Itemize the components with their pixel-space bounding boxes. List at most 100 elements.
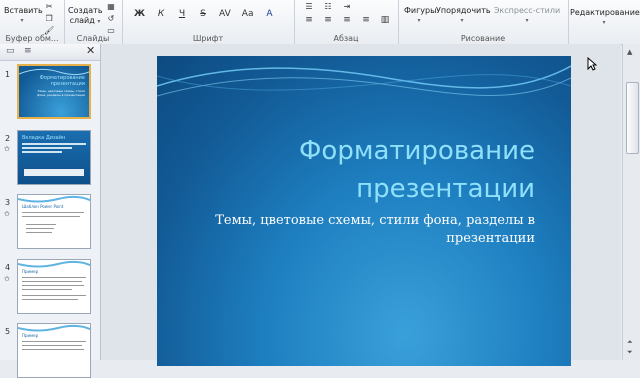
justify-icon[interactable]: ≡ — [361, 15, 371, 25]
cut-icon[interactable]: ✂ — [44, 2, 54, 11]
mouse-cursor-icon — [587, 57, 597, 71]
thumb-text-line — [22, 281, 82, 282]
align-right-icon[interactable]: ≡ — [342, 15, 352, 25]
scrollbar-thumb[interactable] — [626, 82, 639, 154]
slide-title-line-1: Форматирование — [299, 136, 535, 166]
slide-number: 5 — [5, 327, 11, 336]
thumb-text-line — [22, 143, 86, 145]
clipboard-group-label: Буфер обм... — [5, 34, 59, 43]
slides-small-tools: ▦ ↺ ▭ — [106, 2, 116, 35]
slide-number: 3 — [5, 198, 11, 207]
layout-icon[interactable]: ▦ — [106, 2, 116, 11]
paragraph-group-label: Абзац — [333, 34, 359, 43]
underline-button[interactable]: Ч — [177, 9, 187, 19]
editing-label: Редактирование — [570, 8, 640, 17]
align-left-icon[interactable]: ≡ — [304, 15, 314, 25]
scroll-up-icon[interactable]: ▲ — [627, 48, 632, 56]
slides-group-label: Слайды — [76, 34, 110, 43]
shapes-button[interactable]: Фигуры ▾ — [404, 6, 437, 26]
slide-title-line-2: презентации — [356, 174, 535, 204]
bullets-icon[interactable]: ☰ — [304, 2, 314, 11]
clipboard-small-tools: ✂ ❐ 🖌 — [44, 2, 54, 35]
chevron-down-icon: ▾ — [525, 17, 529, 24]
slide-thumbnail-4[interactable]: Пример — [17, 259, 91, 314]
editing-group: Редактирование ▾ — [568, 0, 640, 44]
drawing-group-label: Рисование — [460, 34, 506, 43]
paragraph-align-buttons: ≡ ≡ ≡ ≡ ▥ — [304, 15, 390, 25]
thumb-text-line — [22, 151, 62, 153]
chevron-down-icon: ▾ — [602, 19, 606, 26]
slides-panel-header: ▭ ≡ ✕ — [0, 44, 100, 61]
paste-label: Вставить — [4, 6, 43, 15]
indent-icon[interactable]: ⇥ — [342, 2, 352, 11]
thumb-title: Вкладка Дизайн — [22, 135, 66, 141]
clipboard-group: Вставить ▾ ✂ ❐ 🖌 Буфер обм... — [0, 0, 65, 44]
outline-tab-icon[interactable]: ≡ — [24, 46, 32, 56]
chevron-down-icon: ▾ — [417, 17, 421, 24]
slide-thumbnail-5[interactable]: Пример — [17, 323, 91, 378]
columns-icon[interactable]: ▥ — [380, 15, 390, 25]
thumb-text-line — [22, 341, 86, 342]
close-icon[interactable]: ✕ — [86, 44, 95, 57]
thumb-text-line — [26, 228, 54, 229]
new-slide-label-2: слайд — [69, 16, 95, 25]
new-slide-button[interactable]: Создать слайд ▾ — [68, 6, 103, 27]
thumb-title: Пример — [22, 269, 39, 274]
slide-subtitle[interactable]: Темы, цветовые схемы, стили фона, раздел… — [205, 212, 535, 248]
thumb-text-line — [22, 345, 82, 346]
thumb-text-line — [22, 216, 80, 217]
thumb-text-line — [22, 349, 84, 350]
slide-title[interactable]: Форматирование презентации — [299, 132, 535, 208]
thumb-text-line — [22, 299, 78, 300]
strikethrough-button[interactable]: S — [198, 9, 208, 19]
new-slide-label-1: Создать — [68, 6, 103, 15]
thumb-text-line — [22, 285, 84, 286]
thumb-text-line — [26, 232, 52, 233]
chevron-down-icon: ▾ — [20, 17, 24, 24]
chevron-down-icon: ▾ — [97, 18, 101, 25]
transition-star-icon: ✩ — [4, 210, 10, 218]
thumb-subtitle: Темы, цветовые схемы, стили фона, раздел… — [37, 89, 85, 97]
thumb-text-line — [22, 289, 72, 290]
shapes-label: Фигуры — [404, 6, 437, 15]
arrange-button[interactable]: Упорядочить ▾ — [436, 6, 491, 26]
slide-thumbnail-1[interactable]: Форматирование презентации Темы, цветовы… — [17, 64, 91, 119]
change-case-button[interactable]: Aa — [242, 9, 254, 19]
align-center-icon[interactable]: ≡ — [323, 15, 333, 25]
drawing-group: Фигуры ▾ Упорядочить ▾ Экспресс-стили ▾ … — [398, 0, 569, 44]
next-slide-icon[interactable]: ⏷ — [627, 348, 633, 357]
bold-button[interactable]: Ж — [134, 9, 145, 19]
copy-icon[interactable]: ❐ — [44, 14, 54, 23]
thumb-image-strip — [24, 169, 84, 176]
slide-editor-area: Форматирование презентации Темы, цветовы… — [101, 44, 621, 366]
font-color-icon[interactable]: A — [264, 9, 274, 19]
slides-tab-icon[interactable]: ▭ — [6, 46, 15, 56]
thumb-text-line — [22, 277, 86, 278]
ribbon: Вставить ▾ ✂ ❐ 🖌 Буфер обм... Создать сл… — [0, 0, 640, 45]
thumb-text-line — [22, 212, 84, 213]
prev-slide-icon[interactable]: ⏶ — [627, 338, 633, 347]
thumb-title: Пример — [22, 333, 39, 338]
arrange-label: Упорядочить — [436, 6, 491, 15]
paragraph-list-buttons: ☰ ☷ ⇥ — [304, 2, 352, 11]
vertical-scrollbar[interactable]: ▲ ⏶ ⏷ — [622, 44, 640, 360]
font-format-buttons: Ж К Ч S AV Aa A — [134, 9, 274, 19]
slide-thumbnail-2[interactable]: Вкладка Дизайн — [17, 130, 91, 185]
italic-button[interactable]: К — [156, 9, 166, 19]
chevron-down-icon: ▾ — [460, 17, 464, 24]
font-group: Ж К Ч S AV Aa A Шрифт — [122, 0, 295, 44]
numbering-icon[interactable]: ☷ — [323, 2, 333, 11]
transition-star-icon: ✩ — [4, 275, 10, 283]
paste-button[interactable]: Вставить ▾ — [4, 6, 43, 26]
editing-button[interactable]: Редактирование ▾ — [570, 8, 640, 28]
slide-number: 2 — [5, 134, 11, 143]
quick-styles-label: Экспресс-стили — [493, 6, 561, 15]
slide-wave-decoration — [157, 65, 571, 97]
quick-styles-button[interactable]: Экспресс-стили ▾ — [490, 6, 564, 26]
reset-icon[interactable]: ↺ — [106, 14, 116, 23]
slide-number: 4 — [5, 263, 11, 272]
character-spacing-button[interactable]: AV — [219, 9, 231, 19]
current-slide[interactable]: Форматирование презентации Темы, цветовы… — [157, 56, 571, 366]
thumb-text-line — [22, 147, 72, 149]
slide-thumbnail-3[interactable]: Шаблон Power Point — [17, 194, 91, 249]
